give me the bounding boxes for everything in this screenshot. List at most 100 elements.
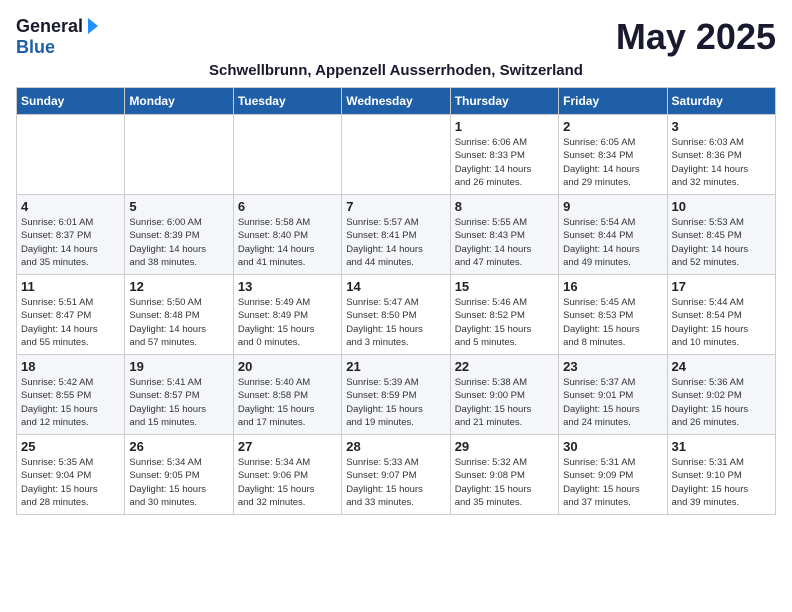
calendar-cell: 2Sunrise: 6:05 AMSunset: 8:34 PMDaylight… bbox=[559, 115, 667, 195]
calendar-cell: 22 Sunrise: 5:38 AMSunset: 9:00 PMDayligh… bbox=[450, 355, 558, 435]
week-row-3: 11 Sunrise: 5:51 AMSunset: 8:47 PMDayligh… bbox=[17, 275, 776, 355]
day-info: Sunrise: 6:00 AMSunset: 8:39 PMDaylight:… bbox=[129, 216, 228, 269]
day-info: Sunrise: 5:39 AMSunset: 8:59 PMDaylight:… bbox=[346, 376, 445, 429]
calendar-cell bbox=[17, 115, 125, 195]
day-number: 11 bbox=[21, 279, 120, 294]
day-info: Sunrise: 5:58 AMSunset: 8:40 PMDaylight:… bbox=[238, 216, 337, 269]
day-info: Sunrise: 5:35 AMSunset: 9:04 PMDaylight:… bbox=[21, 456, 120, 509]
calendar-cell: 13Sunrise: 5:49 AMSunset: 8:49 PMDayligh… bbox=[233, 275, 341, 355]
day-info: Sunrise: 5:37 AMSunset: 9:01 PMDaylight:… bbox=[563, 376, 662, 429]
day-number: 29 bbox=[455, 439, 554, 454]
day-info: Sunrise: 6:06 AMSunset: 8:33 PMDaylight:… bbox=[455, 136, 554, 189]
calendar-cell: 18Sunrise: 5:42 AMSunset: 8:55 PMDayligh… bbox=[17, 355, 125, 435]
calendar-cell: 4Sunrise: 6:01 AMSunset: 8:37 PMDaylight… bbox=[17, 195, 125, 275]
logo-blue: Blue bbox=[16, 37, 55, 58]
day-info: Sunrise: 5:51 AMSunset: 8:47 PMDaylight:… bbox=[21, 296, 120, 349]
day-header-monday: Monday bbox=[125, 88, 233, 115]
day-info: Sunrise: 5:38 AMSunset: 9:00 PMDaylight:… bbox=[455, 376, 554, 429]
calendar-cell: 16Sunrise: 5:45 AMSunset: 8:53 PMDayligh… bbox=[559, 275, 667, 355]
day-number: 19 bbox=[129, 359, 228, 374]
day-info: Sunrise: 5:34 AMSunset: 9:05 PMDaylight:… bbox=[129, 456, 228, 509]
day-number: 15 bbox=[455, 279, 554, 294]
week-row-5: 25 Sunrise: 5:35 AMSunset: 9:04 PMDayligh… bbox=[17, 435, 776, 515]
logo-icon bbox=[84, 16, 100, 34]
calendar-cell: 12Sunrise: 5:50 AMSunset: 8:48 PMDayligh… bbox=[125, 275, 233, 355]
day-number: 26 bbox=[129, 439, 228, 454]
calendar-cell: 11 Sunrise: 5:51 AMSunset: 8:47 PMDayligh… bbox=[17, 275, 125, 355]
day-number: 20 bbox=[238, 359, 337, 374]
calendar-cell bbox=[125, 115, 233, 195]
week-row-1: 1 Sunrise: 6:06 AMSunset: 8:33 PMDaylight… bbox=[17, 115, 776, 195]
day-number: 28 bbox=[346, 439, 445, 454]
day-info: Sunrise: 6:01 AMSunset: 8:37 PMDaylight:… bbox=[21, 216, 120, 269]
day-number: 23 bbox=[563, 359, 662, 374]
day-number: 1 bbox=[455, 119, 554, 134]
day-info: Sunrise: 5:36 AMSunset: 9:02 PMDaylight:… bbox=[672, 376, 771, 429]
day-info: Sunrise: 5:50 AMSunset: 8:48 PMDaylight:… bbox=[129, 296, 228, 349]
calendar-cell: 29 Sunrise: 5:32 AMSunset: 9:08 PMDayligh… bbox=[450, 435, 558, 515]
day-info: Sunrise: 5:32 AMSunset: 9:08 PMDaylight:… bbox=[455, 456, 554, 509]
day-number: 30 bbox=[563, 439, 662, 454]
calendar-table: SundayMondayTuesdayWednesdayThursdayFrid… bbox=[16, 87, 776, 515]
page-subtitle: Schwellbrunn, Appenzell Ausserrhoden, Sw… bbox=[16, 62, 776, 79]
calendar-cell: 17 Sunrise: 5:44 AMSunset: 8:54 PMDayligh… bbox=[667, 275, 775, 355]
day-number: 6 bbox=[238, 199, 337, 214]
day-header-saturday: Saturday bbox=[667, 88, 775, 115]
calendar-cell: 8 Sunrise: 5:55 AMSunset: 8:43 PMDaylight… bbox=[450, 195, 558, 275]
calendar-cell: 23 Sunrise: 5:37 AMSunset: 9:01 PMDayligh… bbox=[559, 355, 667, 435]
day-info: Sunrise: 5:34 AMSunset: 9:06 PMDaylight:… bbox=[238, 456, 337, 509]
day-number: 17 bbox=[672, 279, 771, 294]
calendar-cell: 14 Sunrise: 5:47 AMSunset: 8:50 PMDayligh… bbox=[342, 275, 450, 355]
day-number: 10 bbox=[672, 199, 771, 214]
day-info: Sunrise: 5:42 AMSunset: 8:55 PMDaylight:… bbox=[21, 376, 120, 429]
calendar-cell: 3Sunrise: 6:03 AMSunset: 8:36 PMDaylight… bbox=[667, 115, 775, 195]
day-info: Sunrise: 5:54 AMSunset: 8:44 PMDaylight:… bbox=[563, 216, 662, 269]
logo: General Blue bbox=[16, 16, 100, 58]
day-info: Sunrise: 5:31 AMSunset: 9:09 PMDaylight:… bbox=[563, 456, 662, 509]
day-header-sunday: Sunday bbox=[17, 88, 125, 115]
calendar-cell: 6 Sunrise: 5:58 AMSunset: 8:40 PMDaylight… bbox=[233, 195, 341, 275]
day-header-tuesday: Tuesday bbox=[233, 88, 341, 115]
day-number: 8 bbox=[455, 199, 554, 214]
day-number: 5 bbox=[129, 199, 228, 214]
calendar-cell: 15 Sunrise: 5:46 AMSunset: 8:52 PMDayligh… bbox=[450, 275, 558, 355]
day-info: Sunrise: 5:47 AMSunset: 8:50 PMDaylight:… bbox=[346, 296, 445, 349]
day-number: 14 bbox=[346, 279, 445, 294]
calendar-cell: 24 Sunrise: 5:36 AMSunset: 9:02 PMDayligh… bbox=[667, 355, 775, 435]
day-info: Sunrise: 5:40 AMSunset: 8:58 PMDaylight:… bbox=[238, 376, 337, 429]
day-info: Sunrise: 5:57 AMSunset: 8:41 PMDaylight:… bbox=[346, 216, 445, 269]
header-row: SundayMondayTuesdayWednesdayThursdayFrid… bbox=[17, 88, 776, 115]
day-info: Sunrise: 5:46 AMSunset: 8:52 PMDaylight:… bbox=[455, 296, 554, 349]
day-info: Sunrise: 5:55 AMSunset: 8:43 PMDaylight:… bbox=[455, 216, 554, 269]
calendar-cell: 5 Sunrise: 6:00 AMSunset: 8:39 PMDaylight… bbox=[125, 195, 233, 275]
day-header-wednesday: Wednesday bbox=[342, 88, 450, 115]
day-header-friday: Friday bbox=[559, 88, 667, 115]
calendar-cell: 10 Sunrise: 5:53 AMSunset: 8:45 PMDayligh… bbox=[667, 195, 775, 275]
day-number: 2 bbox=[563, 119, 662, 134]
calendar-cell: 7 Sunrise: 5:57 AMSunset: 8:41 PMDaylight… bbox=[342, 195, 450, 275]
day-number: 25 bbox=[21, 439, 120, 454]
calendar-cell: 27Sunrise: 5:34 AMSunset: 9:06 PMDayligh… bbox=[233, 435, 341, 515]
week-row-4: 18Sunrise: 5:42 AMSunset: 8:55 PMDayligh… bbox=[17, 355, 776, 435]
calendar-cell: 30 Sunrise: 5:31 AMSunset: 9:09 PMDayligh… bbox=[559, 435, 667, 515]
day-info: Sunrise: 5:45 AMSunset: 8:53 PMDaylight:… bbox=[563, 296, 662, 349]
month-title: May 2025 bbox=[616, 16, 776, 58]
calendar-cell: 28 Sunrise: 5:33 AMSunset: 9:07 PMDayligh… bbox=[342, 435, 450, 515]
day-header-thursday: Thursday bbox=[450, 88, 558, 115]
calendar-cell: 25 Sunrise: 5:35 AMSunset: 9:04 PMDayligh… bbox=[17, 435, 125, 515]
day-info: Sunrise: 5:41 AMSunset: 8:57 PMDaylight:… bbox=[129, 376, 228, 429]
day-info: Sunrise: 6:03 AMSunset: 8:36 PMDaylight:… bbox=[672, 136, 771, 189]
day-info: Sunrise: 5:44 AMSunset: 8:54 PMDaylight:… bbox=[672, 296, 771, 349]
day-number: 22 bbox=[455, 359, 554, 374]
day-info: Sunrise: 5:33 AMSunset: 9:07 PMDaylight:… bbox=[346, 456, 445, 509]
day-number: 24 bbox=[672, 359, 771, 374]
calendar-cell: 26 Sunrise: 5:34 AMSunset: 9:05 PMDayligh… bbox=[125, 435, 233, 515]
day-number: 7 bbox=[346, 199, 445, 214]
calendar-cell: 20 Sunrise: 5:40 AMSunset: 8:58 PMDayligh… bbox=[233, 355, 341, 435]
calendar-cell: 21 Sunrise: 5:39 AMSunset: 8:59 PMDayligh… bbox=[342, 355, 450, 435]
calendar-cell: 1 Sunrise: 6:06 AMSunset: 8:33 PMDaylight… bbox=[450, 115, 558, 195]
week-row-2: 4Sunrise: 6:01 AMSunset: 8:37 PMDaylight… bbox=[17, 195, 776, 275]
day-number: 21 bbox=[346, 359, 445, 374]
day-info: Sunrise: 5:53 AMSunset: 8:45 PMDaylight:… bbox=[672, 216, 771, 269]
calendar-cell: 19 Sunrise: 5:41 AMSunset: 8:57 PMDayligh… bbox=[125, 355, 233, 435]
